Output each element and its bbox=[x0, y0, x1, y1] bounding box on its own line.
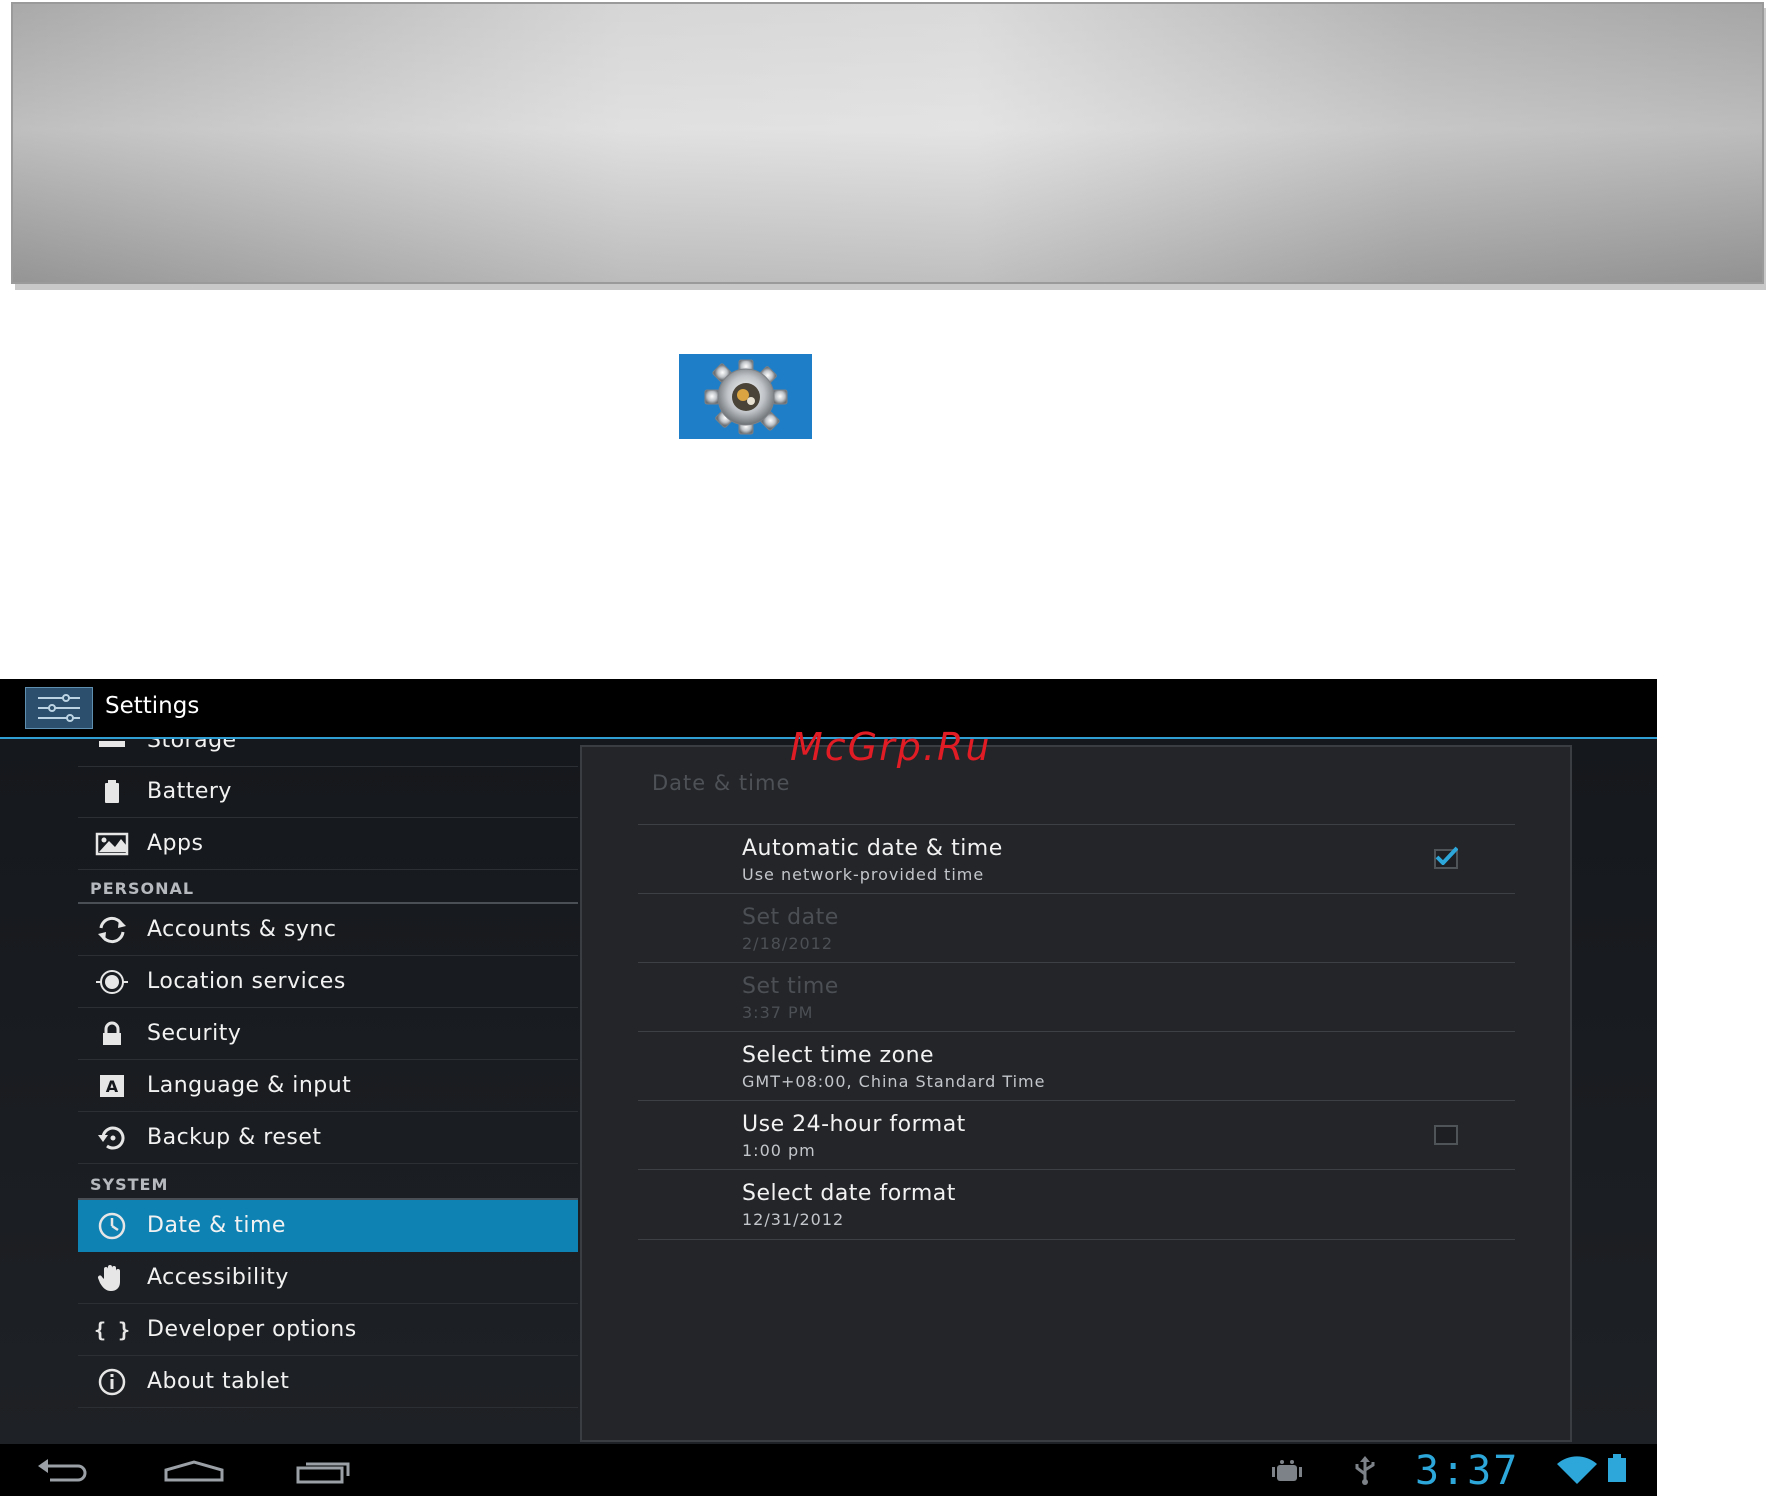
sync-icon bbox=[95, 913, 129, 947]
settings-content: Storage Battery Apps PERSONAL Accounts &… bbox=[0, 739, 1657, 1444]
apps-icon bbox=[95, 827, 129, 861]
usb-icon bbox=[1350, 1454, 1380, 1490]
settings-app-icon bbox=[679, 354, 812, 439]
automatic-date-time-checkbox[interactable] bbox=[1434, 846, 1458, 869]
location-icon bbox=[95, 965, 129, 999]
panel-title: Date & time bbox=[652, 771, 791, 795]
language-icon: A bbox=[95, 1069, 129, 1103]
sidebar-item-apps[interactable]: Apps bbox=[78, 818, 578, 870]
home-button[interactable] bbox=[162, 1454, 226, 1486]
pref-summary: 2/18/2012 bbox=[742, 934, 834, 953]
pref-summary: 12/31/2012 bbox=[742, 1210, 845, 1229]
android-debug-icon bbox=[1270, 1456, 1304, 1490]
sidebar-item-security[interactable]: Security bbox=[78, 1008, 578, 1060]
sidebar-item-location[interactable]: Location services bbox=[78, 956, 578, 1008]
tablet-screen: Settings Storage Battery Apps PERSONAL A… bbox=[0, 679, 1657, 1496]
sidebar-item-label: About tablet bbox=[147, 1369, 290, 1394]
recent-apps-icon bbox=[296, 1462, 350, 1484]
sidebar-item-label: Date & time bbox=[147, 1213, 286, 1238]
status-clock: 3:37 bbox=[1415, 1448, 1520, 1494]
sidebar-item-label: Accounts & sync bbox=[147, 917, 337, 942]
watermark-text: McGrp.Ru bbox=[790, 725, 992, 769]
settings-sliders-icon[interactable] bbox=[25, 687, 93, 729]
sidebar-item-about-tablet[interactable]: About tablet bbox=[78, 1356, 578, 1408]
pref-set-time: Set time 3:37 PM bbox=[638, 962, 1515, 1031]
pref-title: Automatic date & time bbox=[742, 836, 1003, 861]
sidebar-item-date-time[interactable]: Date & time bbox=[78, 1200, 578, 1252]
recent-apps-button[interactable] bbox=[292, 1454, 356, 1486]
sidebar-item-label: Security bbox=[147, 1021, 242, 1046]
pref-summary: 3:37 PM bbox=[742, 1003, 814, 1022]
sidebar-item-label: Location services bbox=[147, 969, 346, 994]
braces-icon: { } bbox=[95, 1313, 129, 1347]
pref-title: Use 24-hour format bbox=[742, 1112, 966, 1137]
battery-icon bbox=[95, 775, 129, 809]
wifi-icon bbox=[1555, 1454, 1599, 1490]
pref-title: Select time zone bbox=[742, 1043, 935, 1068]
lock-icon bbox=[95, 1017, 129, 1051]
gear-icon bbox=[704, 359, 787, 434]
action-bar-title: Settings bbox=[105, 693, 200, 719]
pref-select-time-zone[interactable]: Select time zone GMT+08:00, China Standa… bbox=[638, 1031, 1515, 1100]
clock-icon bbox=[95, 1209, 129, 1243]
sidebar-item-storage[interactable]: Storage bbox=[78, 739, 578, 767]
pref-use-24-hour-format[interactable]: Use 24-hour format 1:00 pm bbox=[638, 1100, 1515, 1169]
pref-summary: GMT+08:00, China Standard Time bbox=[742, 1072, 1046, 1091]
sidebar-item-accounts-sync[interactable]: Accounts & sync bbox=[78, 904, 578, 956]
sidebar-item-label: Storage bbox=[147, 739, 237, 753]
info-icon bbox=[95, 1365, 129, 1399]
document-header-banner bbox=[11, 2, 1764, 284]
section-header-system: SYSTEM bbox=[90, 1175, 169, 1194]
system-navigation-bar: 3:37 bbox=[0, 1444, 1657, 1496]
use-24-hour-checkbox[interactable] bbox=[1434, 1125, 1458, 1145]
pref-set-date: Set date 2/18/2012 bbox=[638, 893, 1515, 962]
sidebar-item-accessibility[interactable]: Accessibility bbox=[78, 1252, 578, 1304]
hand-icon bbox=[95, 1261, 129, 1295]
sidebar-item-label: Apps bbox=[147, 831, 204, 856]
settings-header-list: Storage Battery Apps PERSONAL Accounts &… bbox=[78, 739, 578, 1444]
pref-title: Set date bbox=[742, 905, 839, 930]
pref-summary: Use network-provided time bbox=[742, 865, 985, 884]
sidebar-item-language[interactable]: A Language & input bbox=[78, 1060, 578, 1112]
storage-icon bbox=[95, 739, 129, 758]
home-icon bbox=[164, 1460, 224, 1482]
back-icon bbox=[38, 1459, 87, 1482]
sidebar-item-label: Developer options bbox=[147, 1317, 357, 1342]
pref-divider bbox=[638, 1239, 1515, 1240]
pref-select-date-format[interactable]: Select date format 12/31/2012 bbox=[638, 1169, 1515, 1238]
sidebar-item-label: Language & input bbox=[147, 1073, 352, 1098]
back-button[interactable] bbox=[34, 1454, 98, 1486]
battery-status-icon bbox=[1605, 1452, 1629, 1490]
backup-icon bbox=[95, 1121, 129, 1155]
sidebar-item-developer-options[interactable]: { } Developer options bbox=[78, 1304, 578, 1356]
date-time-panel: Date & time Automatic date & time Use ne… bbox=[580, 745, 1572, 1442]
svg-text:A: A bbox=[106, 1077, 119, 1096]
sidebar-item-battery[interactable]: Battery bbox=[78, 766, 578, 818]
sidebar-item-label: Battery bbox=[147, 779, 232, 804]
pref-summary: 1:00 pm bbox=[742, 1141, 816, 1160]
sidebar-item-label: Backup & reset bbox=[147, 1125, 322, 1150]
sidebar-item-label: Accessibility bbox=[147, 1265, 289, 1290]
pref-automatic-date-time[interactable]: Automatic date & time Use network-provid… bbox=[638, 824, 1515, 893]
checkmark-icon bbox=[1435, 846, 1458, 865]
section-header-personal: PERSONAL bbox=[90, 879, 195, 898]
sidebar-item-backup-reset[interactable]: Backup & reset bbox=[78, 1112, 578, 1164]
pref-title: Select date format bbox=[742, 1181, 956, 1206]
pref-title: Set time bbox=[742, 974, 839, 999]
svg-text:{ }: { } bbox=[95, 1318, 129, 1342]
